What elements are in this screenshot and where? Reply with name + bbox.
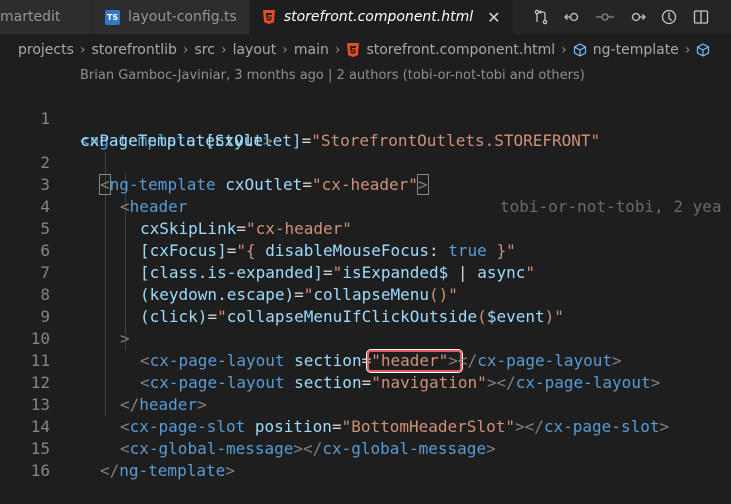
tab-layout-config[interactable]: TS layout-config.ts [93,0,250,34]
chevron-right-icon: › [334,42,341,58]
breadcrumb-item[interactable]: projects [18,42,74,58]
breadcrumb-item[interactable]: ng-template [593,42,679,58]
chevron-right-icon: › [561,42,567,58]
tab-storefront-component[interactable]: storefront.component.html ✕ [249,0,514,34]
chevron-right-icon: › [282,42,288,58]
breadcrumb-item[interactable]: storefront.component.html [366,42,555,58]
code-line: 11 <cx-page-layout section="navigation">… [0,328,731,392]
compare-changes-icon[interactable] [532,8,550,26]
breadcrumb-item[interactable]: layout [233,42,277,58]
code-line: 13 <cx-page-slot position="BottomHeaderS… [0,372,731,436]
tab-bar: martedit TS layout-config.ts storefront.… [0,0,731,34]
code-line: 10 <cx-page-layout section="header"></cx… [0,306,731,372]
line-number: 16 [30,461,50,480]
breadcrumb-item[interactable]: src [195,42,215,58]
go-back-icon[interactable] [563,8,582,26]
chevron-right-icon: › [182,42,189,58]
code-line: 3 <header [0,152,731,216]
tab-label: layout-config.ts [128,9,237,25]
html-icon [346,43,360,58]
editor-actions [514,0,710,34]
code-line: 6 [class.is-expanded]="isExpanded$ | asy… [0,218,731,282]
token: ng-template [119,461,226,480]
tab-label: martedit [0,9,61,25]
code-line: 14 <cx-global-message></cx-global-messag… [0,394,731,458]
code-line-wrap: cxPageTemplateStyle> [80,131,273,150]
code-line: 8 (click)="collapseMenuIfClickOutside($e… [0,262,731,326]
code-line: 5 [cxFocus]="{ disableMouseFocus: true }… [0,196,731,260]
chevron-right-icon: › [79,42,86,58]
split-editor-icon[interactable] [692,8,710,26]
code-line: 16 [0,438,731,480]
breadcrumb-item[interactable]: main [294,42,329,58]
close-icon[interactable]: ✕ [487,8,500,27]
code-line: 2 <ng-template cxOutlet="cx-header"> tob… [0,130,731,216]
code-line: 1 <ng-template [cxOutlet]="StorefrontOut… [0,86,731,150]
ts-icon: TS [105,9,120,25]
code-line: 15 </ng-template> [0,416,731,480]
tab-martedit[interactable]: martedit [0,0,93,34]
breadcrumb: projects › storefrontlib › src › layout … [0,34,731,66]
cube-icon [696,43,710,57]
cube-icon [573,43,587,57]
code-line: 7 (keydown.escape)="collapseMenu()" [0,240,731,304]
codelens-blame[interactable]: Brian Gamboc-Javiniar, 3 months ago | 2 … [80,66,585,86]
breadcrumb-item[interactable]: storefrontlib [92,42,177,58]
go-forward-icon[interactable] [628,8,646,26]
chevron-right-icon: › [220,42,227,58]
open-timeline-icon[interactable] [660,8,678,26]
git-commit-icon[interactable] [595,8,614,26]
code-editor[interactable]: 1 <ng-template [cxOutlet]="StorefrontOut… [0,86,731,480]
html-icon [262,10,276,25]
code-line: 4 cxSkipLink="cx-header" [0,174,731,238]
chevron-right-icon: › [684,42,691,58]
code-line: 9 > [0,284,731,348]
tab-label: storefront.component.html [283,9,474,25]
code-line: 12 </header> [0,350,731,414]
